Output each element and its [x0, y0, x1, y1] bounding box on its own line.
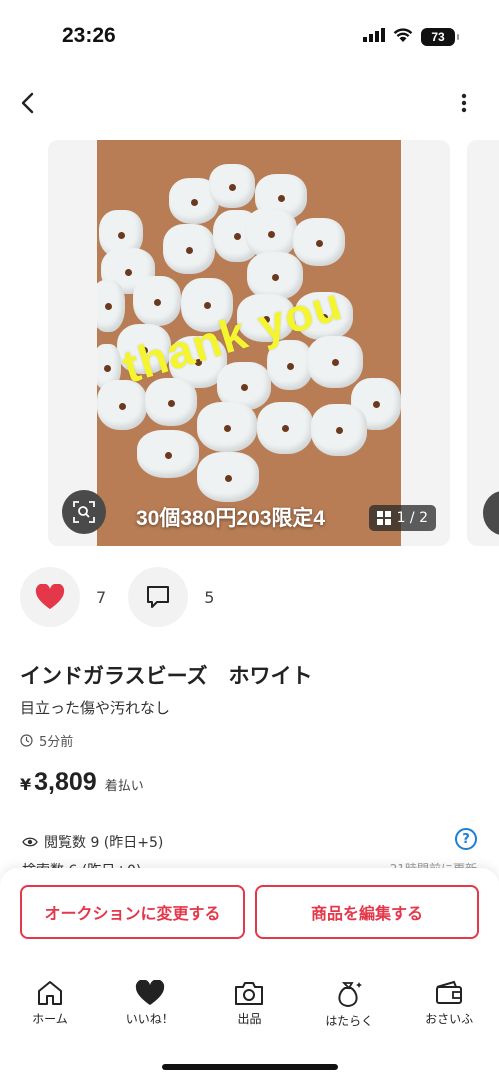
action-row: 7 5 — [20, 566, 236, 628]
image-carousel[interactable]: thank you 30個380円203限定4 1 / 2 — [0, 140, 499, 548]
home-indicator — [162, 1064, 338, 1070]
posted-time-text: 5分前 — [39, 735, 74, 750]
page-indicator-text: 1 / 2 — [396, 510, 428, 526]
tab-bar: ホーム いいね！ 出品 はたらく おさいふ — [0, 980, 499, 1036]
image-search-icon — [73, 501, 95, 523]
tab-wallet-label: おさいふ — [425, 1012, 474, 1026]
shipping-terms: 着払い — [104, 779, 144, 794]
tab-work[interactable]: はたらく — [299, 980, 399, 1036]
page-indicator: 1 / 2 — [368, 505, 436, 531]
like-count: 7 — [96, 587, 107, 607]
heart-icon — [35, 584, 65, 609]
item-condition: 目立った傷や汚れなし — [20, 699, 171, 717]
help-icon[interactable]: ? — [455, 828, 477, 850]
home-icon — [37, 981, 62, 1005]
tab-likes-label: いいね！ — [125, 1012, 174, 1026]
tab-home-label: ホーム — [32, 1012, 68, 1026]
next-image-slide[interactable] — [467, 140, 499, 546]
bottom-panel: オークションに変更する 商品を編集する ホーム いいね！ 出品 はたらく おさい… — [0, 868, 499, 1080]
more-vertical-icon — [461, 93, 467, 113]
comment-icon — [147, 586, 170, 608]
status-bar: 23:26 73 — [0, 0, 499, 70]
eye-icon — [22, 837, 38, 847]
wifi-icon — [393, 27, 413, 46]
tab-sell-label: 出品 — [237, 1012, 262, 1026]
button-row: オークションに変更する 商品を編集する — [20, 885, 479, 939]
more-options-button[interactable] — [449, 88, 479, 118]
chevron-left-icon — [21, 92, 34, 114]
tab-wallet[interactable]: おさいふ — [399, 980, 499, 1036]
clock-icon — [20, 734, 33, 747]
change-to-auction-button[interactable]: オークションに変更する — [20, 885, 245, 939]
views-text: 閲覧数 9 (昨日+5) — [44, 835, 164, 851]
top-nav — [0, 80, 499, 126]
image-caption: 30個380円203限定4 — [136, 507, 326, 530]
status-time: 23:26 — [62, 24, 116, 47]
comment-count: 5 — [204, 587, 215, 607]
camera-icon — [235, 982, 264, 1005]
money-bag-icon — [338, 982, 363, 1007]
views-stat: 閲覧数 9 (昨日+5) — [22, 832, 163, 852]
comment-button[interactable] — [128, 567, 189, 627]
signal-icon — [363, 27, 385, 46]
image-search-button[interactable] — [62, 490, 106, 534]
grid-icon — [376, 511, 391, 525]
tab-work-label: はたらく — [325, 1014, 374, 1028]
edit-item-button[interactable]: 商品を編集する — [255, 885, 479, 939]
product-image-slide[interactable]: thank you 30個380円203限定4 1 / 2 — [48, 140, 450, 546]
battery-icon: 73 — [421, 27, 459, 46]
tab-home[interactable]: ホーム — [0, 980, 100, 1036]
tab-likes[interactable]: いいね！ — [100, 980, 200, 1036]
price-currency: ¥ — [20, 775, 32, 794]
heart-icon — [135, 980, 164, 1005]
status-icons: 73 — [363, 27, 459, 46]
back-button[interactable] — [12, 88, 42, 118]
item-title: インドガラスビーズ ホワイト — [20, 664, 313, 688]
tab-sell[interactable]: 出品 — [200, 980, 300, 1036]
price: 3,809 — [34, 768, 97, 796]
posted-time: 5分前 — [20, 731, 73, 750]
price-row: ¥ 3,809 着払い — [20, 768, 144, 797]
product-photo: thank you — [97, 140, 401, 546]
wallet-icon — [436, 980, 463, 1004]
like-button[interactable] — [20, 567, 80, 627]
